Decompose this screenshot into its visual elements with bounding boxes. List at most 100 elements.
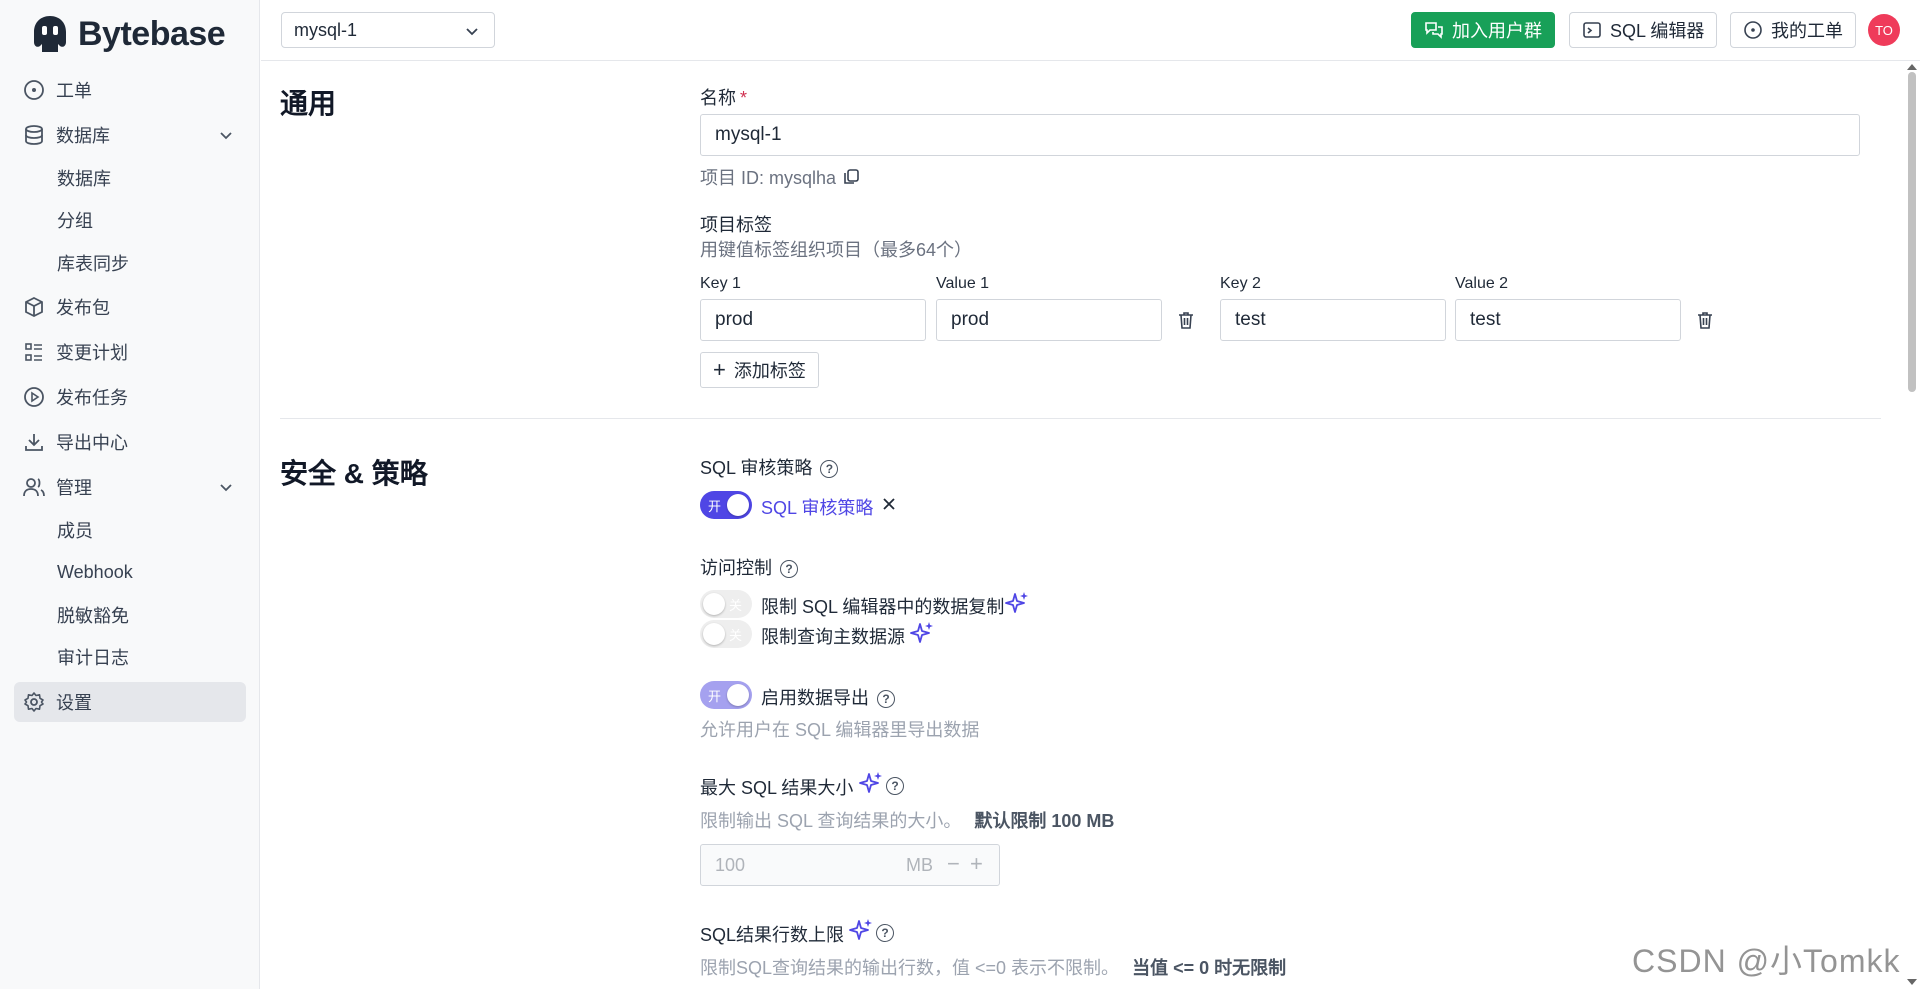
row-limit-desc: 限制SQL查询结果的输出行数，值 <=0 表示不限制。 <box>700 958 1120 978</box>
sidebar-item-rollouts[interactable]: 发布任务 <box>14 377 246 417</box>
circle-dot-icon <box>22 78 46 102</box>
sidebar-item-issues[interactable]: 工单 <box>14 70 246 110</box>
max-size-desc-row: 限制输出 SQL 查询结果的大小。 默认限制 100 MB <box>700 807 1114 833</box>
sidebar-item-masking-exemption[interactable]: 脱敏豁免 <box>57 597 129 633</box>
toggle-knob <box>727 684 749 706</box>
sql-review-toggle[interactable]: 开 <box>700 491 752 519</box>
sidebar-item-members[interactable]: 成员 <box>57 512 93 548</box>
add-label-text: 添加标签 <box>733 361 806 381</box>
chevron-down-icon <box>220 132 232 140</box>
key-2-label: Key 2 <box>1220 275 1261 292</box>
scroll-down-arrow-icon[interactable] <box>1907 979 1917 985</box>
general-section-title: 通用 <box>280 88 337 119</box>
increment-icon[interactable]: + <box>970 851 983 877</box>
sql-editor-button[interactable]: SQL 编辑器 <box>1569 12 1718 48</box>
close-icon[interactable] <box>882 497 896 511</box>
decrement-icon[interactable]: − <box>947 851 960 877</box>
list-grid-icon <box>22 340 46 364</box>
max-size-default: 默认限制 100 MB <box>974 811 1115 831</box>
toggle-knob <box>727 494 749 516</box>
restrict-datasource-toggle[interactable]: 关 <box>700 620 752 648</box>
my-issues-button[interactable]: 我的工单 <box>1730 12 1856 48</box>
sparkle-icon <box>1005 592 1028 613</box>
avatar[interactable]: TO <box>1868 14 1900 46</box>
sidebar-item-label: 工单 <box>56 81 92 101</box>
max-size-input[interactable]: 100 MB − + <box>700 844 1000 886</box>
data-export-desc: 允许用户在 SQL 编辑器里导出数据 <box>700 720 980 740</box>
sidebar-item-manage-group[interactable]: 管理 <box>14 467 246 507</box>
copy-icon[interactable] <box>842 168 860 186</box>
required-mark: * <box>740 88 748 108</box>
name-label: 名称 * <box>700 84 747 110</box>
sidebar-item-label: 数据库 <box>56 126 110 146</box>
section-divider <box>280 418 1881 419</box>
project-name-input[interactable]: mysql-1 <box>700 114 1860 156</box>
row-limit-note: 当值 <= 0 时无限制 <box>1132 958 1287 978</box>
project-labels-title: 项目标签 <box>700 215 772 235</box>
vertical-scrollbar[interactable] <box>1904 62 1920 989</box>
gear-icon <box>22 690 46 714</box>
toggle-text: 关 <box>729 598 743 613</box>
sidebar-item-settings[interactable]: 设置 <box>14 682 246 722</box>
sidebar-item-releases[interactable]: 发布包 <box>14 287 246 327</box>
scroll-up-arrow-icon[interactable] <box>1907 64 1917 70</box>
join-group-button[interactable]: 加入用户群 <box>1411 12 1555 48</box>
project-select-value: mysql-1 <box>294 19 358 40</box>
key-1-label: Key 1 <box>700 275 741 292</box>
help-icon[interactable]: ? <box>876 924 894 942</box>
sidebar-item-groups[interactable]: 分组 <box>57 202 93 238</box>
max-size-title: 最大 SQL 结果大小 <box>700 778 854 798</box>
help-icon[interactable]: ? <box>820 460 839 479</box>
sidebar-item-audit-log[interactable]: 审计日志 <box>57 639 129 675</box>
database-icon <box>22 123 46 147</box>
restrict-copy-label: 限制 SQL 编辑器中的数据复制 <box>761 597 1005 617</box>
sidebar-item-plans[interactable]: 变更计划 <box>14 332 246 372</box>
label-key-2-input[interactable]: test <box>1220 299 1446 341</box>
plus-icon: + <box>713 357 726 382</box>
restrict-copy-toggle[interactable]: 关 <box>700 590 752 618</box>
access-control-title: 访问控制 <box>700 558 772 578</box>
help-icon[interactable]: ? <box>877 690 895 709</box>
data-export-title-row: 启用数据导出? <box>761 684 895 710</box>
sidebar-item-label: 发布任务 <box>56 388 128 408</box>
sql-review-title-row: SQL 审核策略? <box>700 454 839 480</box>
trash-icon[interactable] <box>1695 310 1715 330</box>
help-icon[interactable]: ? <box>780 560 798 579</box>
sidebar-item-databases[interactable]: 数据库 <box>57 160 111 196</box>
circle-dot-icon <box>1743 20 1763 40</box>
sidebar-item-label: 导出中心 <box>56 433 128 453</box>
value-2-label: Value 2 <box>1455 275 1509 292</box>
project-labels-desc: 用键值标签组织项目（最多64个） <box>700 240 973 260</box>
add-label-button[interactable]: + 添加标签 <box>700 352 819 388</box>
sparkle-icon <box>910 622 933 643</box>
label-value-1-input[interactable]: prod <box>936 299 1162 341</box>
data-export-toggle[interactable]: 开 <box>700 681 752 709</box>
chevron-down-icon <box>466 28 478 36</box>
sidebar-item-databases-group[interactable]: 数据库 <box>14 115 246 155</box>
sidebar-item-export-center[interactable]: 导出中心 <box>14 422 246 462</box>
toggle-knob <box>703 593 725 615</box>
watermark: CSDN @小Tomkk <box>1632 943 1901 979</box>
value-1-label: Value 1 <box>936 275 990 292</box>
project-select[interactable]: mysql-1 <box>281 12 495 48</box>
toggle-text: 关 <box>729 628 743 643</box>
label-value-2-input[interactable]: test <box>1455 299 1681 341</box>
sidebar-item-sync-schema[interactable]: 库表同步 <box>57 245 129 281</box>
top-header: mysql-1 加入用户群 SQL 编辑器 我的工单 TO <box>261 0 1920 61</box>
package-icon <box>22 295 46 319</box>
label-key-1-input[interactable]: prod <box>700 299 926 341</box>
logo-text: Bytebase <box>78 14 226 53</box>
help-icon[interactable]: ? <box>886 777 904 795</box>
chevron-down-icon <box>220 484 232 492</box>
name-label-text: 名称 <box>700 88 736 108</box>
trash-icon[interactable] <box>1176 310 1196 330</box>
sidebar-item-webhook[interactable]: Webhook <box>57 554 133 590</box>
toggle-text: 开 <box>708 499 722 514</box>
logo[interactable]: Bytebase <box>28 12 226 56</box>
my-issues-label: 我的工单 <box>1771 21 1843 41</box>
sparkle-icon <box>859 772 882 793</box>
security-section-title: 安全 & 策略 <box>280 458 428 489</box>
chat-icon <box>1424 20 1444 40</box>
scroll-thumb[interactable] <box>1908 72 1916 392</box>
sql-review-link[interactable]: SQL 审核策略 <box>761 494 873 520</box>
